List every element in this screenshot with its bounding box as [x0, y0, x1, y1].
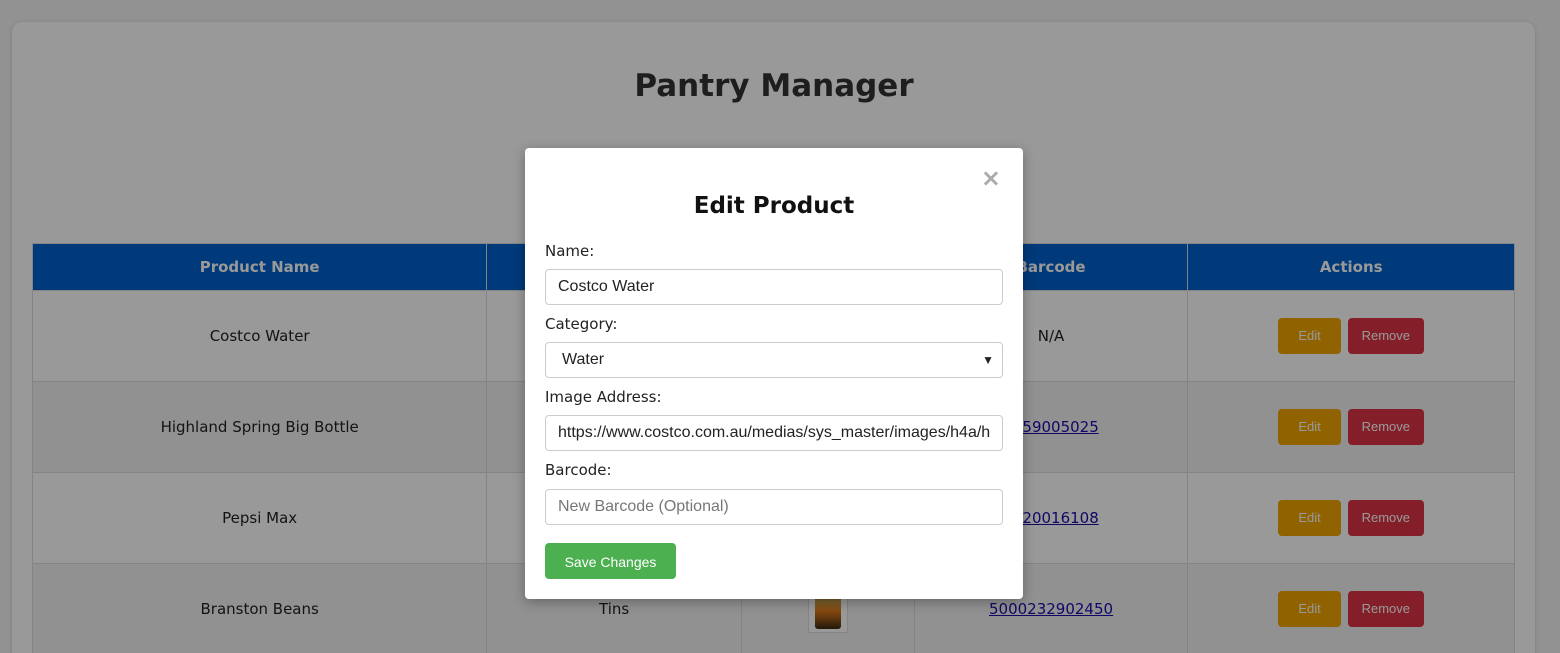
category-select-value: Water: [562, 351, 605, 368]
page: Pantry Manager Product Name Barcode Acti…: [0, 0, 1560, 653]
image-address-label: Image Address:: [545, 388, 662, 406]
name-label: Name:: [545, 242, 595, 260]
barcode-input[interactable]: New Barcode (Optional): [545, 489, 1003, 525]
image-address-input[interactable]: https://www.costco.com.au/medias/sys_mas…: [545, 415, 1003, 451]
close-icon[interactable]: ×: [981, 166, 1001, 190]
modal-title: Edit Product: [693, 193, 855, 219]
edit-product-modal: × Edit Product Name: Costco Water Catego…: [525, 148, 1023, 599]
barcode-label: Barcode:: [545, 461, 612, 479]
category-label: Category:: [545, 315, 618, 333]
name-input[interactable]: Costco Water: [545, 269, 1003, 305]
save-changes-button[interactable]: Save Changes: [545, 543, 676, 579]
chevron-down-icon: ▼: [982, 353, 994, 367]
category-select[interactable]: Water ▼: [545, 342, 1003, 378]
